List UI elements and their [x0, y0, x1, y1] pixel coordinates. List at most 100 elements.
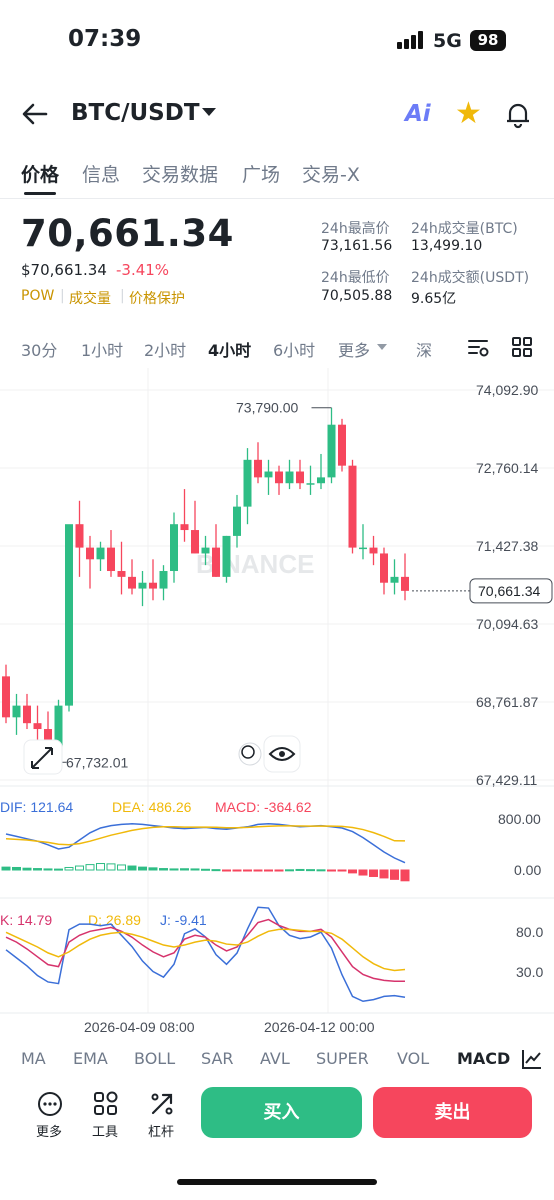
indicator-vol[interactable]: VOL	[397, 1049, 429, 1068]
macd-axis-label: 0.00	[514, 862, 541, 878]
network-type: 5G	[433, 30, 462, 52]
active-tab-indicator	[24, 192, 56, 195]
macd-histogram-bar	[190, 868, 200, 871]
leverage-label[interactable]: 杠杆	[148, 1121, 174, 1140]
tools-icon[interactable]	[92, 1090, 120, 1118]
grid-layout-icon[interactable]	[510, 335, 534, 359]
tag-pow[interactable]: POW	[21, 288, 54, 304]
indicator-ma[interactable]: MA	[21, 1049, 46, 1068]
macd-dea-label: DEA: 486.26	[112, 799, 192, 815]
indicator-super[interactable]: SUPER	[316, 1049, 369, 1068]
interval-30m[interactable]: 30分	[21, 337, 57, 361]
kline-chart[interactable]: BINANCE74,092.9072,760.1471,427.3870,094…	[0, 368, 554, 1038]
indicator-sar[interactable]: SAR	[201, 1049, 234, 1068]
macd-histogram-bar	[33, 868, 42, 871]
macd-histogram-bar	[169, 868, 179, 871]
interval-depth[interactable]: 深	[416, 337, 432, 361]
tag-separator: |	[120, 288, 125, 304]
tag-volume[interactable]: 成交量	[69, 288, 111, 308]
macd-value-label: MACD: -364.62	[215, 799, 312, 815]
tools-label[interactable]: 工具	[92, 1121, 118, 1140]
tab-trade-x[interactable]: 交易-X	[302, 160, 360, 187]
tab-info[interactable]: 信息	[82, 160, 120, 187]
macd-histogram-bar	[75, 865, 84, 871]
interval-2h[interactable]: 2小时	[144, 337, 186, 361]
kdj-j-label: J: -9.41	[160, 912, 207, 928]
chevron-down-icon[interactable]	[377, 344, 387, 350]
tab-trading-data[interactable]: 交易数据	[142, 160, 218, 187]
interval-4h[interactable]: 4小时	[208, 337, 251, 361]
price-axis-label: 71,427.38	[476, 538, 538, 554]
candle-body	[86, 547, 94, 560]
candle-body	[264, 471, 273, 478]
bell-icon[interactable]	[503, 99, 533, 129]
interval-6h[interactable]: 6小时	[273, 337, 315, 361]
candle-body	[117, 571, 126, 577]
indicator-macd[interactable]: MACD	[457, 1049, 510, 1068]
indicator-chart-icon[interactable]	[521, 1048, 543, 1070]
candle-body	[212, 547, 220, 577]
candle-body	[243, 459, 252, 507]
candle-body	[327, 424, 336, 478]
candle-body	[128, 576, 136, 589]
tab-square[interactable]: 广场	[242, 160, 280, 187]
indicator-boll[interactable]: BOLL	[134, 1049, 175, 1068]
leverage-icon[interactable]	[148, 1090, 176, 1118]
macd-histogram-bar	[159, 868, 168, 871]
candle-body	[107, 547, 115, 572]
candle-body	[149, 582, 157, 589]
macd-axis-label: 800.00	[498, 811, 541, 827]
stat-low-value: 70,505.88	[321, 288, 393, 304]
indicator-ema[interactable]: EMA	[73, 1049, 108, 1068]
interval-1h[interactable]: 1小时	[81, 337, 123, 361]
macd-histogram-bar	[96, 863, 105, 871]
tab-price[interactable]: 价格	[21, 160, 59, 187]
stat-high-value: 73,161.56	[321, 238, 393, 254]
candle-body	[275, 471, 283, 484]
macd-histogram-bar	[400, 869, 410, 882]
more-label[interactable]: 更多	[36, 1121, 62, 1140]
tag-separator: |	[60, 288, 65, 304]
candle-body	[180, 524, 189, 531]
candle-body	[254, 459, 262, 478]
candle-body	[338, 424, 346, 466]
stat-vol-usdt-value: 9.65亿	[411, 291, 457, 307]
candle-body	[233, 506, 241, 536]
indicator-avl[interactable]: AVL	[260, 1049, 290, 1068]
macd-histogram-bar	[264, 869, 273, 872]
candle-body	[401, 576, 409, 591]
caret-down-icon[interactable]	[202, 108, 216, 116]
buy-button[interactable]: 买入	[201, 1087, 362, 1138]
divider	[0, 198, 554, 199]
candle-body	[390, 576, 399, 583]
ai-assistant-button[interactable]: Ai	[405, 101, 431, 127]
time-axis-label: 2026-04-12 00:00	[264, 1019, 375, 1035]
macd-histogram-bar	[337, 869, 347, 872]
candle-body	[306, 483, 315, 485]
candle-body	[2, 676, 10, 718]
pair-selector[interactable]: BTC/USDT	[71, 100, 200, 126]
candle-body	[191, 530, 199, 554]
chart-settings-icon[interactable]	[466, 336, 490, 360]
macd-histogram-bar	[148, 867, 158, 871]
back-arrow-icon[interactable]	[20, 100, 50, 128]
macd-histogram-bar	[243, 869, 252, 872]
candle-body	[159, 571, 168, 589]
macd-histogram-bar	[106, 863, 116, 871]
home-indicator	[177, 1179, 377, 1185]
favorite-star-icon[interactable]: ★	[455, 98, 482, 130]
time-axis-label: 2026-04-09 08:00	[84, 1019, 195, 1035]
candle-body	[65, 524, 73, 706]
macd-histogram-bar	[1, 866, 11, 871]
price-axis-label: 67,429.11	[476, 772, 537, 788]
macd-histogram-bar	[180, 868, 189, 871]
interval-more[interactable]: 更多	[338, 337, 370, 361]
low-marker-label: 67,732.01	[66, 754, 128, 770]
kdj-axis-label: 80.0	[516, 924, 543, 940]
more-icon[interactable]	[36, 1090, 64, 1118]
macd-histogram-bar	[390, 869, 399, 880]
tag-price-protection[interactable]: 价格保护	[129, 288, 185, 308]
candle-body	[222, 535, 231, 577]
sell-button[interactable]: 卖出	[373, 1087, 532, 1138]
candle-body	[96, 547, 105, 560]
